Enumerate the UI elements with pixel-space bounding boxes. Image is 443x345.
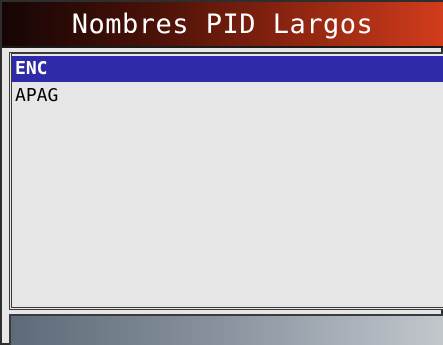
option-apag[interactable]: APAG [12,83,443,109]
screen-title: Nombres PID Largos [71,9,374,40]
function-key-bar [9,314,443,345]
device-screen: Nombres PID Largos ENC APAG [0,0,443,345]
option-list: ENC APAG [9,52,443,310]
option-enc[interactable]: ENC [12,56,443,82]
title-bar: Nombres PID Largos [2,2,443,48]
